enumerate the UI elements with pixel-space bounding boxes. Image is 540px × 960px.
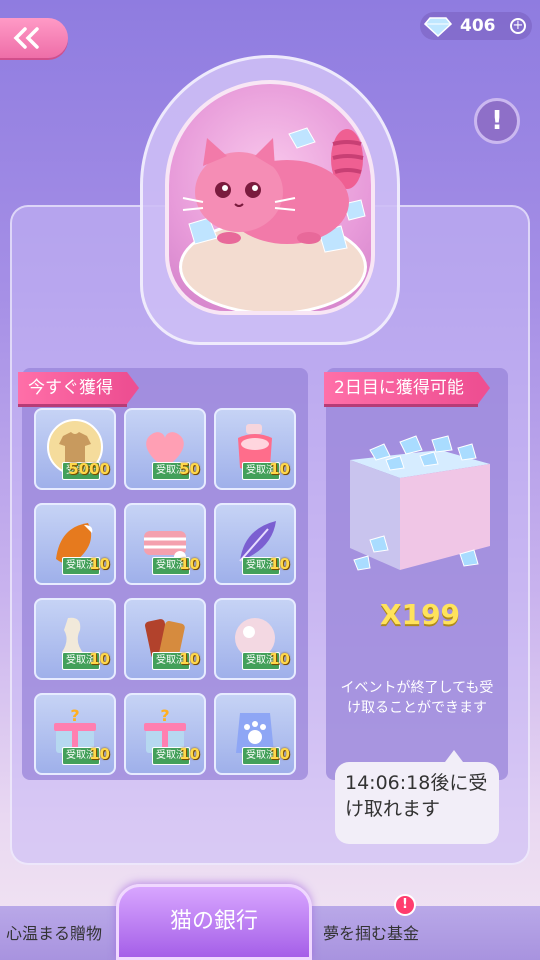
- reward-tile[interactable]: ? 受取済 10: [124, 693, 206, 775]
- svg-text:?: ?: [70, 706, 79, 725]
- reward-quantity: 10: [179, 745, 200, 763]
- reward-quantity: 10: [179, 650, 200, 668]
- reward-tile[interactable]: 受取済 10: [124, 598, 206, 680]
- back-button[interactable]: [0, 18, 68, 58]
- tab-dream-fund[interactable]: 夢を掴む基金: [308, 910, 434, 958]
- add-currency-button[interactable]: +: [510, 18, 526, 34]
- reward-multiplier: X199: [380, 598, 461, 631]
- diamond-box-icon: [350, 435, 490, 571]
- reward-quantity: 10: [89, 555, 110, 573]
- reward-quantity: 10: [89, 745, 110, 763]
- reward-quantity: 10: [89, 650, 110, 668]
- double-chevron-left-icon: [13, 27, 39, 49]
- reward-quantity: 10: [269, 650, 290, 668]
- reward-tile[interactable]: 受取済 10: [34, 503, 116, 585]
- reward-tile[interactable]: 受取済 10: [124, 503, 206, 585]
- reward-tile[interactable]: 受取済 10: [214, 408, 296, 490]
- reward-quantity: 10: [269, 745, 290, 763]
- pink-cat-bank-icon: [182, 127, 366, 253]
- reward-tile[interactable]: 受取済 5000: [34, 408, 116, 490]
- info-button[interactable]: !: [474, 98, 520, 144]
- reward-tile[interactable]: 受取済 10: [214, 503, 296, 585]
- notification-badge: !: [394, 894, 416, 916]
- reward-tile[interactable]: 受取済 10: [34, 598, 116, 680]
- diamond-balance: 406 +: [420, 12, 532, 40]
- reward-tile[interactable]: 受取済 10: [214, 598, 296, 680]
- reward-quantity: 10: [269, 460, 290, 478]
- reward-tile[interactable]: 受取済 10: [214, 693, 296, 775]
- cat-bank-medallion: [165, 80, 375, 315]
- tab-cat-bank[interactable]: 猫の銀行: [116, 884, 312, 960]
- diamond-count: 406: [460, 16, 496, 36]
- reward-quantity: 50: [179, 460, 200, 478]
- day2-rewards-title: 2日目に獲得可能: [324, 372, 490, 404]
- tab-heartwarming-gift[interactable]: 心温まる贈物: [0, 910, 132, 958]
- reward-quantity: 10: [179, 555, 200, 573]
- reward-tile[interactable]: ? 受取済 10: [34, 693, 116, 775]
- reward-tile[interactable]: 受取済 50: [124, 408, 206, 490]
- reward-quantity: 5000: [68, 460, 110, 478]
- event-end-note: イベントが終了しても受け取ることができます: [340, 680, 494, 716]
- diamond-icon: [424, 17, 452, 37]
- claim-timer-bubble: 14:06:18後に受け取れます: [335, 750, 499, 844]
- svg-text:?: ?: [160, 706, 169, 725]
- instant-rewards-title: 今すぐ獲得: [18, 372, 139, 404]
- reward-quantity: 10: [269, 555, 290, 573]
